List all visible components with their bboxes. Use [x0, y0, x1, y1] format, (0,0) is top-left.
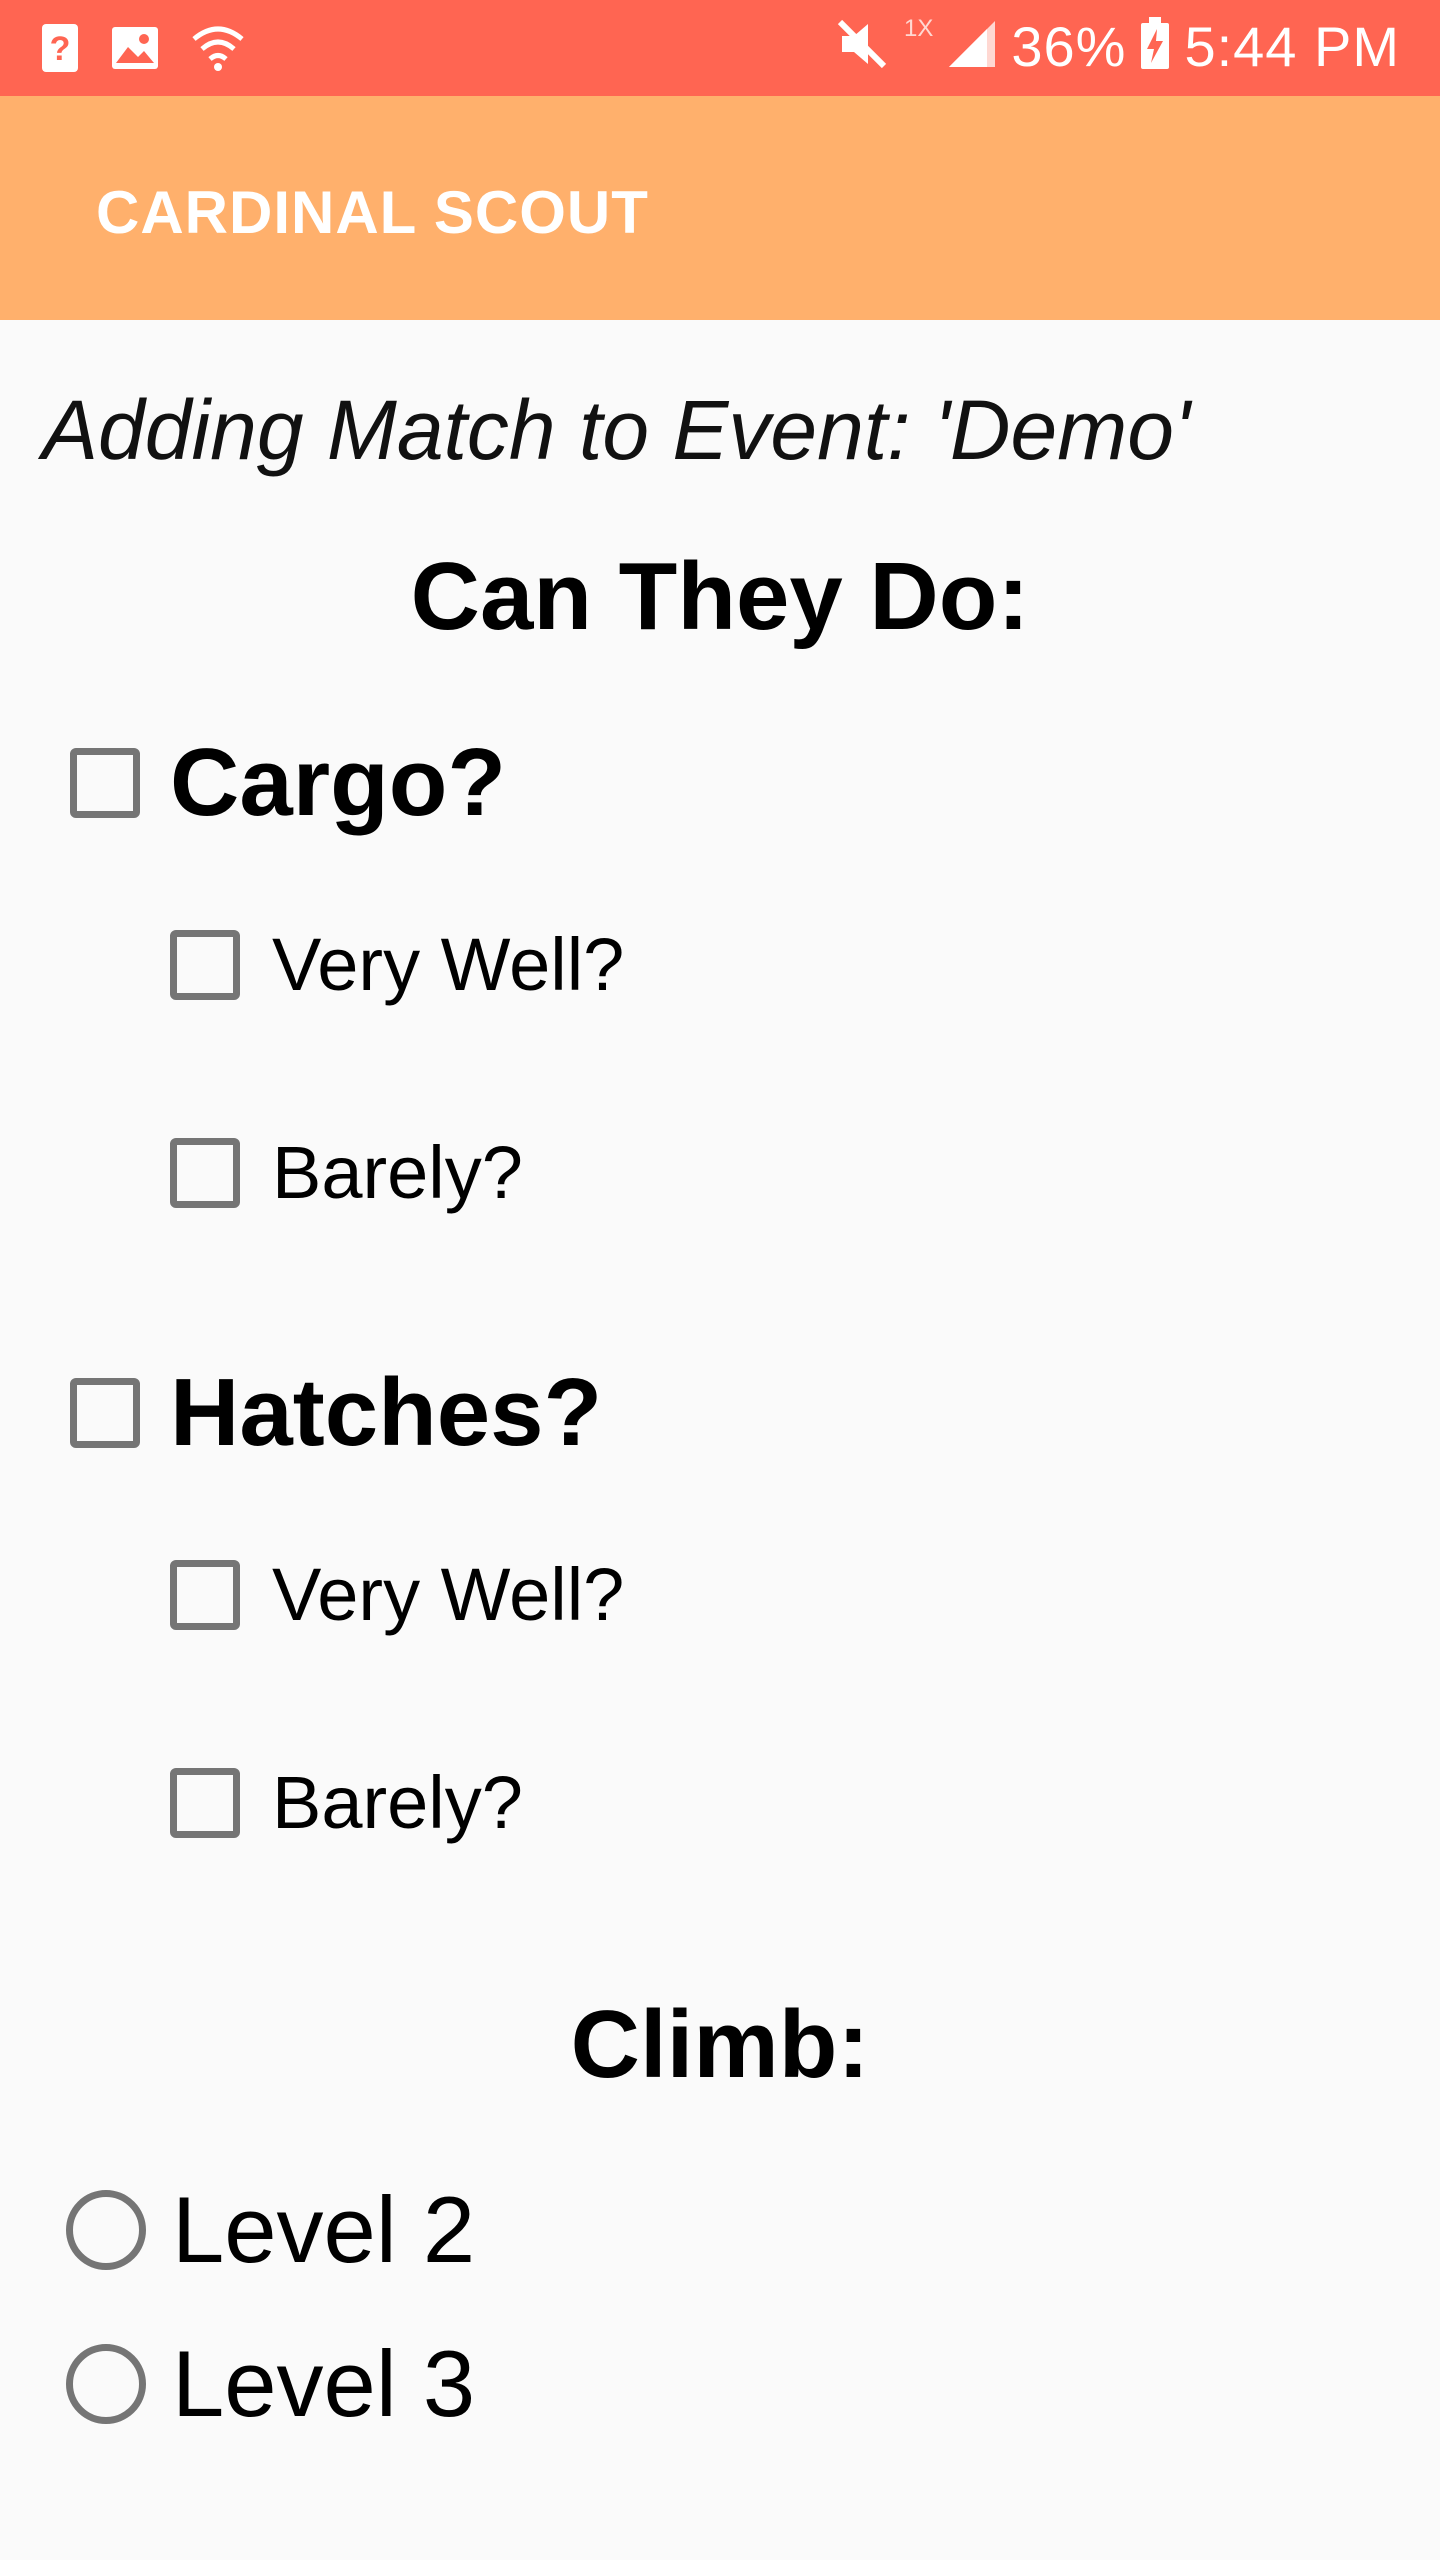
hatches-barely-row[interactable]: Barely? — [170, 1760, 523, 1845]
hatches-checkbox[interactable] — [70, 1378, 140, 1448]
image-icon — [110, 25, 160, 76]
hatches-very-well-checkbox[interactable] — [170, 1559, 240, 1630]
climb-level-3-label: Level 3 — [172, 2331, 476, 2436]
app-title: CARDINAL SCOUT — [96, 179, 649, 246]
cargo-barely-checkbox[interactable] — [170, 1137, 240, 1208]
signal-icon — [947, 19, 997, 74]
cargo-label: Cargo? — [170, 729, 506, 836]
status-bar-right: 1X 36% 5:44 PM — [834, 14, 1400, 79]
mute-icon — [834, 16, 890, 77]
climb-level-2-label: Level 2 — [172, 2177, 476, 2282]
climb-level-3-radio[interactable] — [66, 2344, 146, 2424]
hatches-checkbox-row[interactable]: Hatches? — [70, 1358, 602, 1468]
help-icon: ? — [40, 22, 80, 79]
cargo-checkbox-row[interactable]: Cargo? — [70, 728, 506, 838]
hatches-barely-checkbox[interactable] — [170, 1767, 240, 1838]
cargo-very-well-label: Very Well? — [272, 923, 625, 1006]
battery-charging-icon — [1140, 17, 1170, 76]
app-bar: CARDINAL SCOUT — [0, 96, 1440, 320]
cargo-very-well-checkbox[interactable] — [170, 929, 240, 1000]
climb-level-2-radio[interactable] — [66, 2190, 146, 2270]
cargo-barely-row[interactable]: Barely? — [170, 1130, 523, 1215]
cargo-very-well-row[interactable]: Very Well? — [170, 922, 624, 1007]
climb-level-3-row[interactable]: Level 3 — [66, 2330, 475, 2438]
page-subtitle: Adding Match to Event: 'Demo' — [42, 383, 1190, 477]
hatches-label: Hatches? — [170, 1359, 603, 1466]
hatches-very-well-label: Very Well? — [272, 1553, 625, 1636]
hatches-barely-label: Barely? — [272, 1761, 523, 1844]
cargo-barely-label: Barely? — [272, 1131, 523, 1214]
wifi-icon — [190, 23, 246, 78]
climb-level-2-row[interactable]: Level 2 — [66, 2176, 475, 2284]
cargo-checkbox[interactable] — [70, 748, 140, 818]
climb-heading: Climb: — [570, 1991, 870, 2098]
status-bar: ? 1X 36% 5:44 PM — [0, 0, 1440, 96]
can-they-do-heading: Can They Do: — [410, 543, 1030, 650]
svg-text:?: ? — [50, 30, 71, 68]
battery-percentage: 36% — [1011, 15, 1127, 78]
clock: 5:44 PM — [1184, 15, 1400, 78]
hatches-very-well-row[interactable]: Very Well? — [170, 1552, 624, 1637]
network-speed-tag: 1X — [903, 14, 934, 42]
status-bar-left: ? — [40, 22, 246, 79]
